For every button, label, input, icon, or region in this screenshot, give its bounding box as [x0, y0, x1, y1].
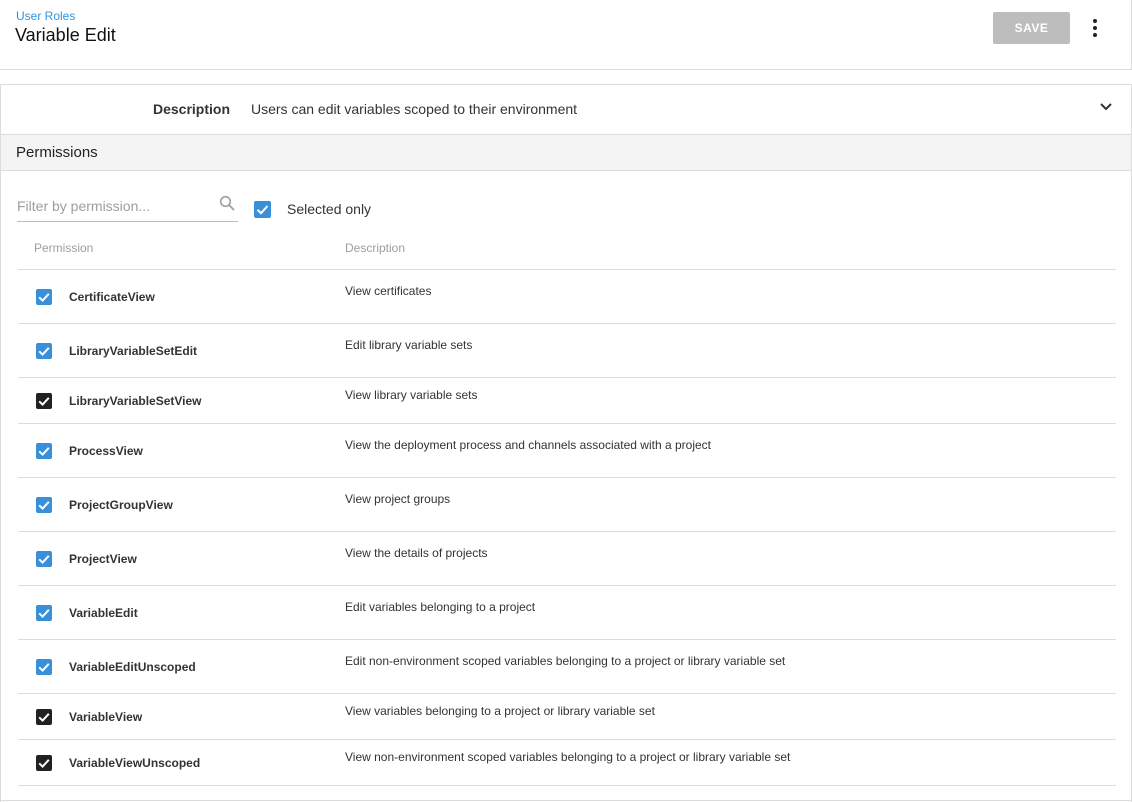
permission-description: View certificates: [345, 284, 432, 298]
permission-name: VariableEditUnscoped: [69, 660, 196, 674]
filter-input[interactable]: [17, 196, 207, 216]
permission-description: View non-environment scoped variables be…: [345, 750, 791, 764]
permission-name: VariableViewUnscoped: [69, 756, 201, 770]
permission-name: VariableEdit: [69, 606, 138, 620]
description-label: Description: [153, 101, 231, 117]
permission-description: View the deployment process and channels…: [345, 438, 711, 452]
page-header: User Roles Variable Edit SAVE: [0, 0, 1132, 70]
column-header-permission: Permission: [34, 241, 94, 255]
permission-name: ProjectGroupView: [69, 498, 173, 512]
permission-description: View library variable sets: [345, 388, 478, 402]
description-value: Users can edit variables scoped to their…: [251, 101, 578, 117]
permission-name: LibraryVariableSetView: [69, 394, 202, 408]
save-button[interactable]: SAVE: [993, 12, 1070, 44]
permission-name: LibraryVariableSetEdit: [69, 344, 198, 358]
filter-field[interactable]: [17, 191, 238, 222]
table-row[interactable]: ProjectGroupView View project groups: [18, 478, 1116, 532]
chevron-down-icon[interactable]: [1099, 99, 1113, 113]
breadcrumb-user-roles[interactable]: User Roles: [16, 9, 75, 23]
table-row[interactable]: VariableViewUnscoped View non-environment…: [18, 740, 1116, 786]
permission-checkbox[interactable]: [36, 393, 52, 409]
permission-name: CertificateView: [69, 290, 155, 304]
table-row[interactable]: VariableEditUnscoped Edit non-environment…: [18, 640, 1116, 694]
permission-description: Edit non-environment scoped variables be…: [345, 654, 786, 668]
page-title: Variable Edit: [15, 25, 116, 45]
permission-description: Edit variables belonging to a project: [345, 600, 536, 614]
table-row[interactable]: LibraryVariableSetView View library varia…: [18, 378, 1116, 424]
permission-checkbox[interactable]: [36, 343, 52, 359]
permission-checkbox[interactable]: [36, 497, 52, 513]
permission-checkbox[interactable]: [36, 551, 52, 567]
permission-checkbox[interactable]: [36, 709, 52, 725]
permission-checkbox[interactable]: [36, 659, 52, 675]
column-header-description: Description: [345, 241, 406, 255]
table-row[interactable]: CertificateView View certificates: [18, 270, 1116, 324]
divider: [1, 800, 1132, 801]
permission-description: View variables belonging to a project or…: [345, 704, 655, 718]
permission-checkbox[interactable]: [36, 755, 52, 771]
table-row[interactable]: ProjectView View the details of projects: [18, 532, 1116, 586]
permission-description: View project groups: [345, 492, 451, 506]
table-row[interactable]: VariableEdit Edit variables belonging to …: [18, 586, 1116, 640]
permissions-table: CertificateView View certificates LibraryV…: [18, 269, 1116, 786]
permission-checkbox[interactable]: [36, 289, 52, 305]
permission-name: ProcessView: [69, 444, 143, 458]
permission-name: VariableView: [69, 710, 143, 724]
table-row[interactable]: ProcessView View the deployment process a…: [18, 424, 1116, 478]
more-vert-icon[interactable]: [1084, 16, 1106, 40]
permission-description: View the details of projects: [345, 546, 488, 560]
permission-description: Edit library variable sets: [345, 338, 473, 352]
permission-checkbox[interactable]: [36, 443, 52, 459]
permission-name: ProjectView: [69, 552, 137, 566]
selected-only-label[interactable]: Selected only: [287, 201, 371, 217]
permissions-title: Permissions: [16, 144, 98, 161]
selected-only-checkbox[interactable]: [254, 201, 271, 218]
table-row[interactable]: VariableView View variables belonging to …: [18, 694, 1116, 740]
permissions-section-header: Permissions: [0, 135, 1132, 171]
description-section[interactable]: Description Users can edit variables sco…: [0, 84, 1132, 135]
permissions-panel: Selected only Permission Description Cer…: [0, 171, 1132, 802]
table-row[interactable]: LibraryVariableSetEdit Edit library varia…: [18, 324, 1116, 378]
search-icon: [219, 195, 235, 211]
permission-checkbox[interactable]: [36, 605, 52, 621]
